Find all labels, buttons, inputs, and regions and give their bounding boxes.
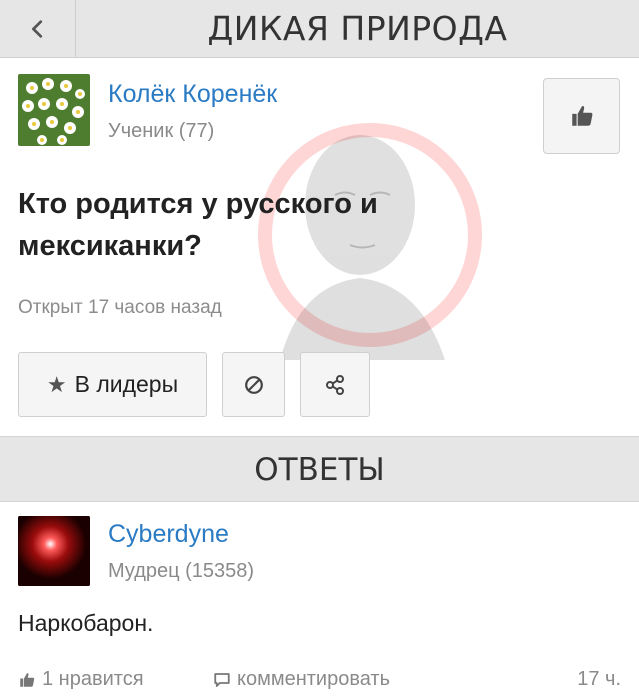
answer-footer: 1 нравится комментировать 17 ч. <box>18 664 621 694</box>
answer-text: Наркобарон. <box>18 610 154 636</box>
answer-author-rank: Мудрец (15358) <box>108 560 255 582</box>
author-name-link[interactable]: Колёк Коренёк <box>108 80 277 109</box>
thumbs-up-icon <box>571 105 592 126</box>
answer-time: 17 ч. <box>577 668 621 690</box>
page-title: ДИКАЯ ПРИРОДА <box>207 9 508 48</box>
answer-author-name-link[interactable]: Cyberdyne <box>108 520 229 549</box>
comment-button[interactable]: комментировать <box>213 668 390 691</box>
avatar[interactable] <box>18 74 90 146</box>
like-button[interactable] <box>543 78 620 154</box>
answer-likes-count: 1 нравится <box>42 668 144 690</box>
answer-like-button[interactable]: 1 нравится <box>18 668 144 691</box>
to-leaders-button[interactable]: ★ В лидеры <box>18 352 207 417</box>
comment-label: комментировать <box>237 668 391 690</box>
red-light-image <box>18 516 90 586</box>
question-text: Кто родится у русского и мексиканки? <box>18 188 378 262</box>
report-button[interactable] <box>222 352 285 417</box>
answers-section-header: ОТВЕТЫ <box>0 436 639 502</box>
star-icon: ★ <box>46 371 67 397</box>
answer-avatar[interactable] <box>18 516 90 586</box>
thumbs-up-icon <box>20 672 35 687</box>
back-button[interactable] <box>0 0 76 58</box>
ban-icon <box>244 375 263 394</box>
comment-icon <box>214 672 230 687</box>
top-bar: ДИКАЯ ПРИРОДА <box>0 0 639 58</box>
share-icon <box>326 374 344 395</box>
author-rank: Ученик (77) <box>108 120 215 142</box>
to-leaders-label: В лидеры <box>74 371 179 397</box>
daisy-flowers-image <box>18 74 90 146</box>
chevron-left-icon <box>31 20 42 38</box>
share-button[interactable] <box>300 352 370 417</box>
question-opened-time: Открыт 17 часов назад <box>18 297 222 318</box>
